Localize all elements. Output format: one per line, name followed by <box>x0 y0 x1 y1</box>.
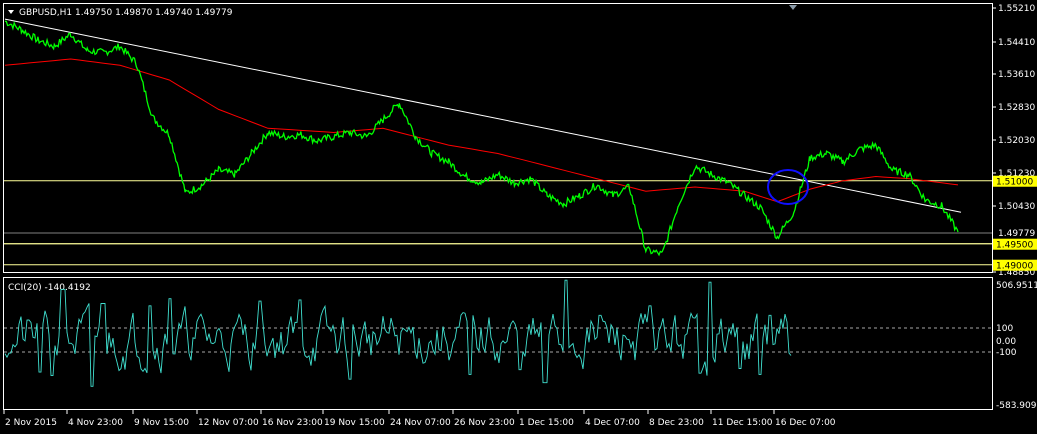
price-label: 1.52030 <box>998 136 1035 146</box>
cci-line <box>4 279 792 387</box>
level-tag-label: 1.51000 <box>996 178 1033 188</box>
time-label: 2 Nov 2015 <box>5 418 57 428</box>
price-label: 1.53610 <box>998 70 1035 80</box>
symbol-header: GBPUSD,H1 1.49750 1.49870 1.49740 1.4977… <box>19 8 233 18</box>
main-panel[interactable] <box>3 3 993 273</box>
price-label: 1.54410 <box>998 38 1035 48</box>
time-label: 11 Dec 15:00 <box>712 418 773 428</box>
price-label: 1.50430 <box>998 202 1035 212</box>
price-scale: 1.552101.544101.536101.528301.520301.512… <box>992 4 1035 278</box>
price-label: 1.55210 <box>998 4 1035 14</box>
cci-header: CCI(20) -140.4192 <box>8 283 91 293</box>
level-tag-label: 1.49500 <box>996 241 1033 251</box>
cci-scale: 506.9511 100 0.00-100 -583.909 <box>996 281 1037 411</box>
cci-panel[interactable] <box>3 277 993 410</box>
shift-marker-icon[interactable] <box>789 5 797 10</box>
time-label: 16 Nov 23:00 <box>262 418 323 428</box>
time-label: 1 Dec 15:00 <box>519 418 574 428</box>
level-tag-label: 1.49000 <box>996 262 1033 272</box>
time-axis: 2 Nov 2015 4 Nov 23:00 9 Nov 15:00 12 Nov 0… <box>3 410 836 428</box>
cci-scale-label: -100 <box>996 348 1017 358</box>
trading-chart[interactable]: GBPUSD,H1 1.49750 1.49870 1.49740 1.4977… <box>0 0 1037 434</box>
time-label: 12 Nov 07:00 <box>198 418 259 428</box>
time-label: 8 Dec 23:00 <box>649 418 704 428</box>
cci-scale-label: 0.00 <box>996 337 1016 347</box>
price-label: 1.52830 <box>998 103 1035 113</box>
time-label: 19 Nov 15:00 <box>324 418 385 428</box>
cci-scale-label: -583.909 <box>996 401 1037 411</box>
level-tags: 1.51000 1.49500 1.49000 <box>993 175 1037 272</box>
time-label: 4 Nov 23:00 <box>68 418 123 428</box>
time-label: 26 Nov 23:00 <box>454 418 515 428</box>
time-label: 16 Dec 07:00 <box>775 418 836 428</box>
horizontal-levels <box>4 180 992 266</box>
time-label: 24 Nov 07:00 <box>390 418 451 428</box>
current-price-label: 1.49779 <box>998 229 1035 239</box>
cci-scale-label: 100 <box>996 324 1013 334</box>
dropdown-triangle-icon[interactable] <box>8 10 14 14</box>
trendline[interactable] <box>4 18 962 213</box>
time-label: 4 Dec 07:00 <box>585 418 640 428</box>
price-line <box>4 20 959 257</box>
cci-scale-label: 506.9511 <box>996 281 1037 291</box>
time-label: 9 Nov 15:00 <box>134 418 189 428</box>
